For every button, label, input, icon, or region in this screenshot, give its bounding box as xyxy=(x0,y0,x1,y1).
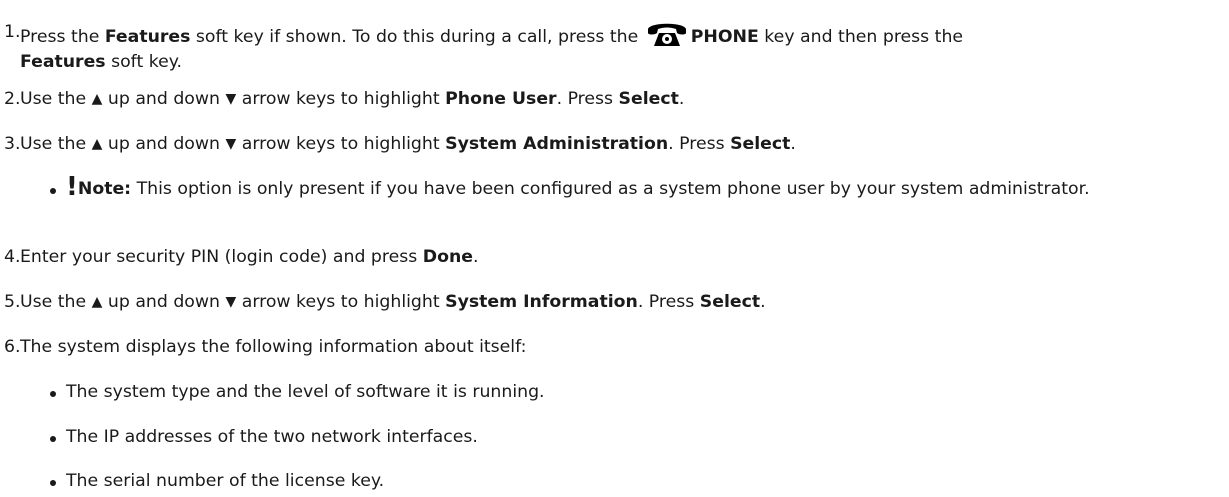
list-item: The system type and the level of softwar… xyxy=(50,380,1225,405)
list-item-text: The serial number of the license key. xyxy=(66,471,385,491)
step-3: 3. Use the ▲ up and down ▼ arrow keys to… xyxy=(0,132,1225,157)
phone-icon xyxy=(647,23,686,46)
step-text: Press the Features soft key if shown. To… xyxy=(20,20,1220,75)
select-key-label: Select xyxy=(730,134,791,154)
up-arrow-icon: ▲ xyxy=(91,91,103,107)
step-number: 3. xyxy=(4,134,21,154)
menu-item-label: Phone User xyxy=(445,89,557,109)
note-label: Note: xyxy=(77,179,132,199)
step-2: 2. Use the ▲ up and down ▼ arrow keys to… xyxy=(0,87,1225,112)
down-arrow-icon: ▼ xyxy=(225,294,237,310)
step-text: Use the ▲ up and down ▼ arrow keys to hi… xyxy=(20,290,1220,315)
step-text: Use the ▲ up and down ▼ arrow keys to hi… xyxy=(20,87,1220,112)
step-5: 5. Use the ▲ up and down ▼ arrow keys to… xyxy=(0,290,1225,315)
down-arrow-icon: ▼ xyxy=(225,136,237,152)
list-item: The serial number of the license key. xyxy=(50,469,1225,494)
exclamation-icon: ! xyxy=(66,172,78,202)
done-key-label: Done xyxy=(422,247,473,267)
step-6: 6. The system displays the following inf… xyxy=(0,335,1225,360)
step-number: 4. xyxy=(4,247,21,267)
features-key-label: Features xyxy=(104,27,191,47)
select-key-label: Select xyxy=(699,292,761,312)
bullet-icon xyxy=(50,188,56,194)
step-4: 4. Enter your security PIN (login code) … xyxy=(0,245,1225,270)
bullet-icon xyxy=(50,480,56,486)
menu-item-label: System Information xyxy=(445,292,638,312)
down-arrow-icon: ▼ xyxy=(225,91,237,107)
bullet-icon xyxy=(50,391,56,397)
step-text: The system displays the following inform… xyxy=(20,337,527,357)
step-number: 5. xyxy=(4,292,21,312)
list-item: The IP addresses of the two network inte… xyxy=(50,425,1225,450)
phone-key-label: PHONE xyxy=(690,27,759,47)
step-number: 2. xyxy=(4,89,21,109)
bullet-icon xyxy=(50,436,56,442)
step-text: Enter your security PIN (login code) and… xyxy=(20,247,479,267)
note-item: !Note: This option is only present if yo… xyxy=(50,172,1225,227)
step-number: 1. xyxy=(4,22,21,42)
step-number: 6. xyxy=(4,337,21,357)
select-key-label: Select xyxy=(618,89,679,109)
list-item-text: The IP addresses of the two network inte… xyxy=(66,427,478,447)
list-item-text: The system type and the level of softwar… xyxy=(66,382,545,402)
up-arrow-icon: ▲ xyxy=(91,136,103,152)
up-arrow-icon: ▲ xyxy=(91,294,103,310)
step-text: Use the ▲ up and down ▼ arrow keys to hi… xyxy=(20,132,1220,157)
step-1: 1. Press the Features soft key if shown.… xyxy=(0,20,1225,72)
features-key-label: Features xyxy=(20,52,106,72)
note-text: !Note: This option is only present if yo… xyxy=(66,172,1090,202)
menu-item-label: System Administration xyxy=(445,134,669,154)
